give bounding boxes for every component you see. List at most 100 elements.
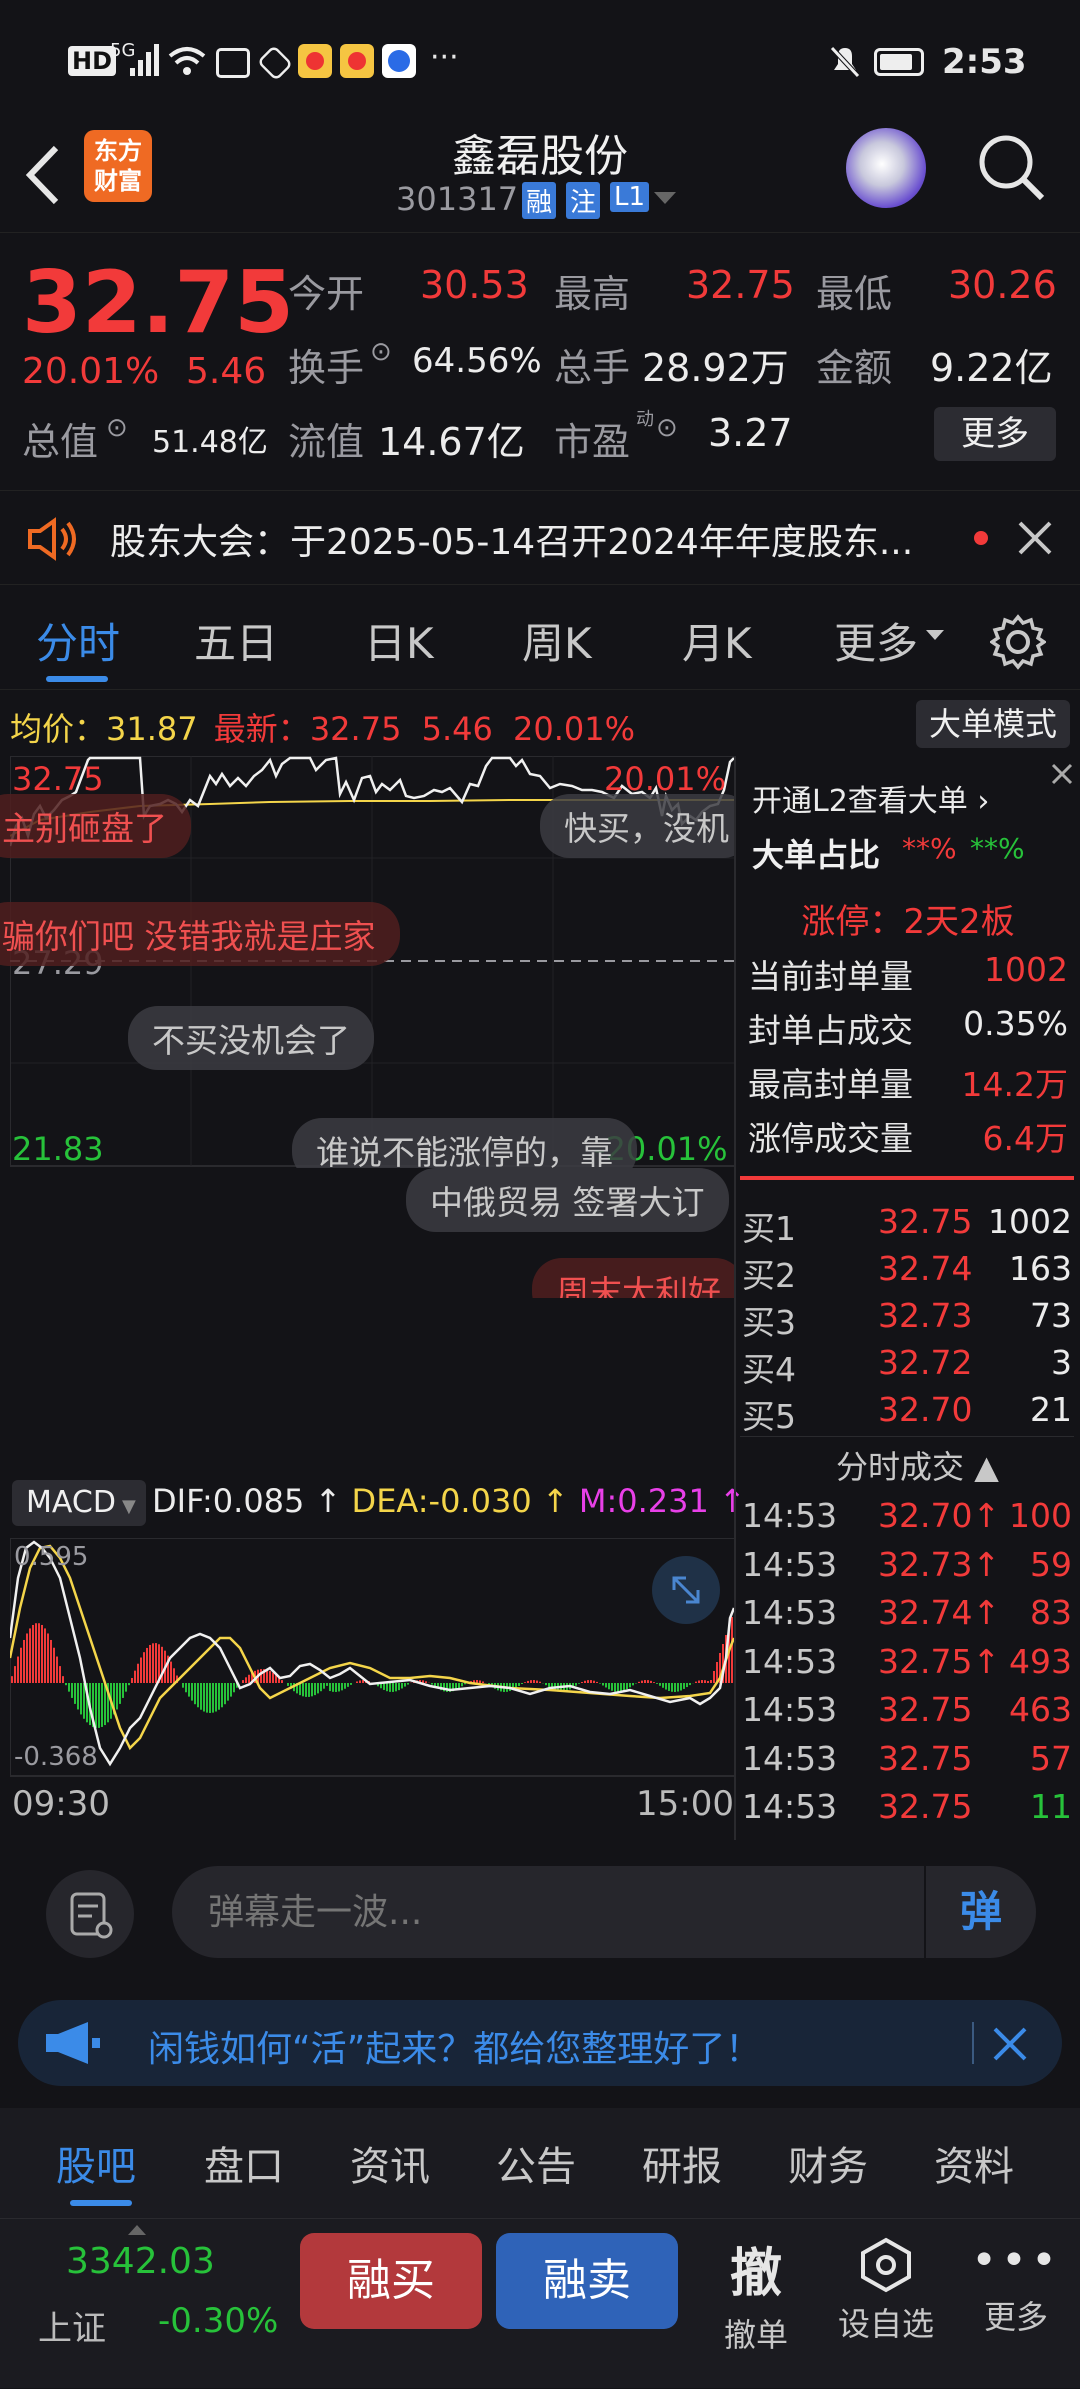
bid-row[interactable]: 买3 32.73 73: [742, 1296, 1072, 1344]
danmu-settings-button[interactable]: [46, 1870, 134, 1958]
margin-sell-button[interactable]: 融卖: [496, 2233, 678, 2329]
weibo-icon: [340, 44, 374, 78]
tab-intraday[interactable]: 分时: [36, 610, 120, 671]
danmu-layer: 主别砸盘了 快买，没机 骗你们吧 没错我就是庄家 不买没机会了 谁说不能涨停的，…: [0, 756, 734, 1168]
open-value: 30.53: [420, 263, 529, 307]
bid-price: 32.73: [878, 1296, 973, 1335]
battery-icon: [874, 48, 924, 76]
level1-badge[interactable]: L1: [610, 182, 650, 212]
app-icon: [216, 48, 250, 78]
gear-icon[interactable]: [990, 614, 1046, 670]
tick-price: 32.75: [878, 1738, 973, 1778]
info-icon[interactable]: ⊙: [370, 337, 392, 367]
chevron-right-icon: ›: [977, 784, 990, 819]
bid-row[interactable]: 买1 32.75 1002: [742, 1202, 1072, 1250]
stock-code: 301317: [396, 180, 519, 218]
add-watchlist-button[interactable]: 设自选: [826, 2219, 946, 2389]
add-watchlist-label: 设自选: [837, 2305, 934, 2343]
latest-value: 32.75: [309, 710, 402, 748]
dif-line: [10, 1540, 734, 1767]
big-order-ratio-sell: **%: [970, 832, 1025, 865]
bid-price: 32.75: [878, 1202, 973, 1241]
tick-price: 32.70↑: [878, 1496, 1001, 1535]
bid-row[interactable]: 买2 32.74 163: [742, 1249, 1072, 1297]
tab-research[interactable]: 研报: [642, 2134, 722, 2192]
limit-stat-label: 涨停成交量: [748, 1119, 913, 1158]
limit-stat-value: 14.2万: [961, 1065, 1068, 1104]
ad-banner[interactable]: 闲钱如何“活”起来？都给您整理好了！: [18, 2000, 1062, 2086]
tab-five-day[interactable]: 五日: [194, 610, 278, 671]
market-cap-label: 总值: [22, 420, 99, 464]
macd-histogram: [11, 1617, 733, 1728]
content-tabs: 股吧 盘口 资讯 公告 研报 财务 资料: [0, 2108, 1080, 2218]
index-value: 3342.03: [66, 2241, 215, 2282]
tick-price: 32.73↑: [878, 1544, 1001, 1584]
indicator-select[interactable]: MACD ▼: [12, 1480, 146, 1526]
more-actions-button[interactable]: ••• 更多: [966, 2219, 1066, 2389]
low-value: 30.26: [948, 263, 1057, 307]
tick-price: 32.75: [878, 1787, 973, 1826]
avg-value: 31.87: [106, 710, 198, 748]
pe-dynamic-mark: 动: [636, 409, 654, 430]
cancel-order-button[interactable]: 撤 撤单: [706, 2219, 806, 2389]
expand-button[interactable]: [652, 1556, 720, 1624]
limit-stat-row: 封单占成交 0.35%: [748, 1004, 1068, 1052]
l2-link[interactable]: 开通L2查看大单 ›: [752, 776, 989, 820]
more-dots-icon: •••: [971, 2235, 1061, 2286]
tab-profile[interactable]: 资料: [934, 2134, 1014, 2192]
float-cap-value: 14.67亿: [378, 420, 525, 464]
more-quote-button[interactable]: 更多: [934, 407, 1056, 461]
limit-stat-value: 1002: [984, 950, 1068, 989]
macd-legend: DIF:0.085 ↑ DEA:-0.030 ↑ M:0.231 ↑: [152, 1482, 746, 1520]
bid-row[interactable]: 买5 32.70 21: [742, 1390, 1072, 1438]
low-label: 最低: [816, 272, 893, 316]
big-order-mode-button[interactable]: 大单模式: [916, 700, 1070, 748]
limit-stat-row: 最高封单量 14.2万: [748, 1058, 1068, 1106]
change-amount: 5.46: [186, 351, 267, 392]
clock: 2:53: [942, 42, 1027, 82]
margin-buy-button[interactable]: 融买: [300, 2233, 482, 2329]
ticks-title[interactable]: 分时成交 ▲: [836, 1442, 999, 1488]
info-icon[interactable]: ⊙: [106, 413, 128, 443]
danmu-input[interactable]: [172, 1866, 924, 1958]
latest-percent: 20.01%: [513, 710, 636, 748]
tab-more[interactable]: 更多: [834, 610, 918, 671]
tab-daily-k[interactable]: 日K: [364, 610, 434, 671]
quote-panel: 32.75 20.01% 5.46 今开 30.53 最高 32.75 最低 3…: [0, 232, 1080, 482]
close-icon[interactable]: [1050, 762, 1074, 786]
danmu-send-button[interactable]: 弹: [926, 1866, 1036, 1958]
tab-weekly-k[interactable]: 周K: [522, 610, 592, 671]
tick-price: 32.75: [878, 1690, 973, 1729]
margin-badge: 融: [522, 182, 557, 219]
macd-axis-bottom: -0.368: [14, 1742, 98, 1772]
limit-stat-value: 0.35%: [963, 1004, 1068, 1043]
bid-row[interactable]: 买4 32.72 3: [742, 1343, 1072, 1391]
turnover-label: 换手: [288, 346, 365, 390]
info-icon[interactable]: ⊙: [656, 413, 678, 443]
unread-dot: [974, 531, 988, 545]
index-ticker[interactable]: 3342.03 上证 -0.30%: [0, 2219, 290, 2389]
bid-volume: 21: [1030, 1390, 1072, 1429]
tab-news[interactable]: 资讯: [350, 2134, 430, 2192]
comment-bar: 弹: [0, 1840, 1080, 1980]
close-icon[interactable]: [992, 2026, 1028, 2062]
close-icon[interactable]: [1018, 521, 1052, 555]
hexagon-icon: [861, 2237, 911, 2293]
assistant-avatar-icon[interactable]: [846, 128, 926, 208]
tab-announcements[interactable]: 公告: [496, 2134, 576, 2192]
tab-active-indicator: [46, 676, 108, 682]
tick-volume: 57: [1030, 1738, 1072, 1778]
pe-value: 3.27: [708, 411, 793, 455]
high-value: 32.75: [686, 263, 795, 307]
macd-chart[interactable]: [10, 1538, 734, 1778]
chart-legend: 均价：31.87 最新：32.75 5.46 20.01%: [10, 704, 635, 750]
big-order-ratio-label: 大单占比: [752, 836, 881, 874]
tab-finance[interactable]: 财务: [788, 2134, 868, 2192]
caret-up-icon: ▲: [974, 1448, 999, 1486]
tab-monthly-k[interactable]: 月K: [682, 610, 752, 671]
tab-guba[interactable]: 股吧: [56, 2134, 136, 2192]
tab-order-book[interactable]: 盘口: [204, 2134, 284, 2192]
current-price: 32.75: [22, 253, 295, 353]
search-icon[interactable]: [976, 132, 1046, 202]
notice-bar[interactable]: 股东大会：于2025-05-14召开2024年年度股东...: [0, 490, 1080, 585]
